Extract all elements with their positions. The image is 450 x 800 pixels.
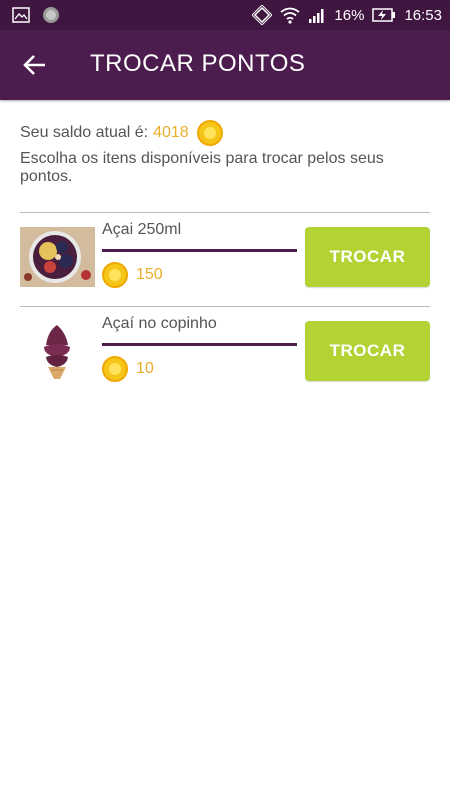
item-divider-bar [102,249,297,252]
trocar-button[interactable]: TROCAR [305,321,430,381]
balance-section: Seu saldo atual é: 4018 Escolha os itens… [20,118,430,186]
balance-label: Seu saldo atual é: [20,124,149,141]
balance-line: Seu saldo atual é: 4018 [20,118,430,148]
clock: 16:53 [404,6,442,24]
list-item: Açai 250ml 150 TROCAR [20,213,430,307]
image-icon [12,7,30,23]
item-name: Açai 250ml [102,221,182,238]
item-points: 10 [136,360,154,377]
coin-icon [102,356,128,382]
battery-percent: 16% [334,6,365,24]
item-points: 150 [136,266,163,283]
balance-value: 4018 [153,124,189,141]
signal-icon [309,9,324,23]
acai-cone-image [20,321,95,381]
circle-icon [43,7,59,23]
battery-charging-icon [372,8,396,22]
list-item: Açaí no copinho 10 TROCAR [20,307,430,401]
arrow-back-icon[interactable] [22,52,48,78]
status-bar-right: 16% 16:53 [252,5,442,25]
page-title: TROCAR PONTOS [90,50,306,77]
app-bar: TROCAR PONTOS [0,30,450,100]
wifi-icon [280,7,300,24]
coin-icon [102,262,128,288]
coin-icon [196,120,223,146]
acai-bowl-image [20,227,95,287]
vibrate-icon [252,5,273,25]
trocar-button[interactable]: TROCAR [305,227,430,287]
status-bar: 16% 16:53 [0,0,450,30]
status-bar-left [12,6,60,24]
item-divider-bar [102,343,297,346]
instructions-text: Escolha os itens disponíveis para trocar… [20,150,384,185]
item-name: Açaí no copinho [102,315,217,332]
